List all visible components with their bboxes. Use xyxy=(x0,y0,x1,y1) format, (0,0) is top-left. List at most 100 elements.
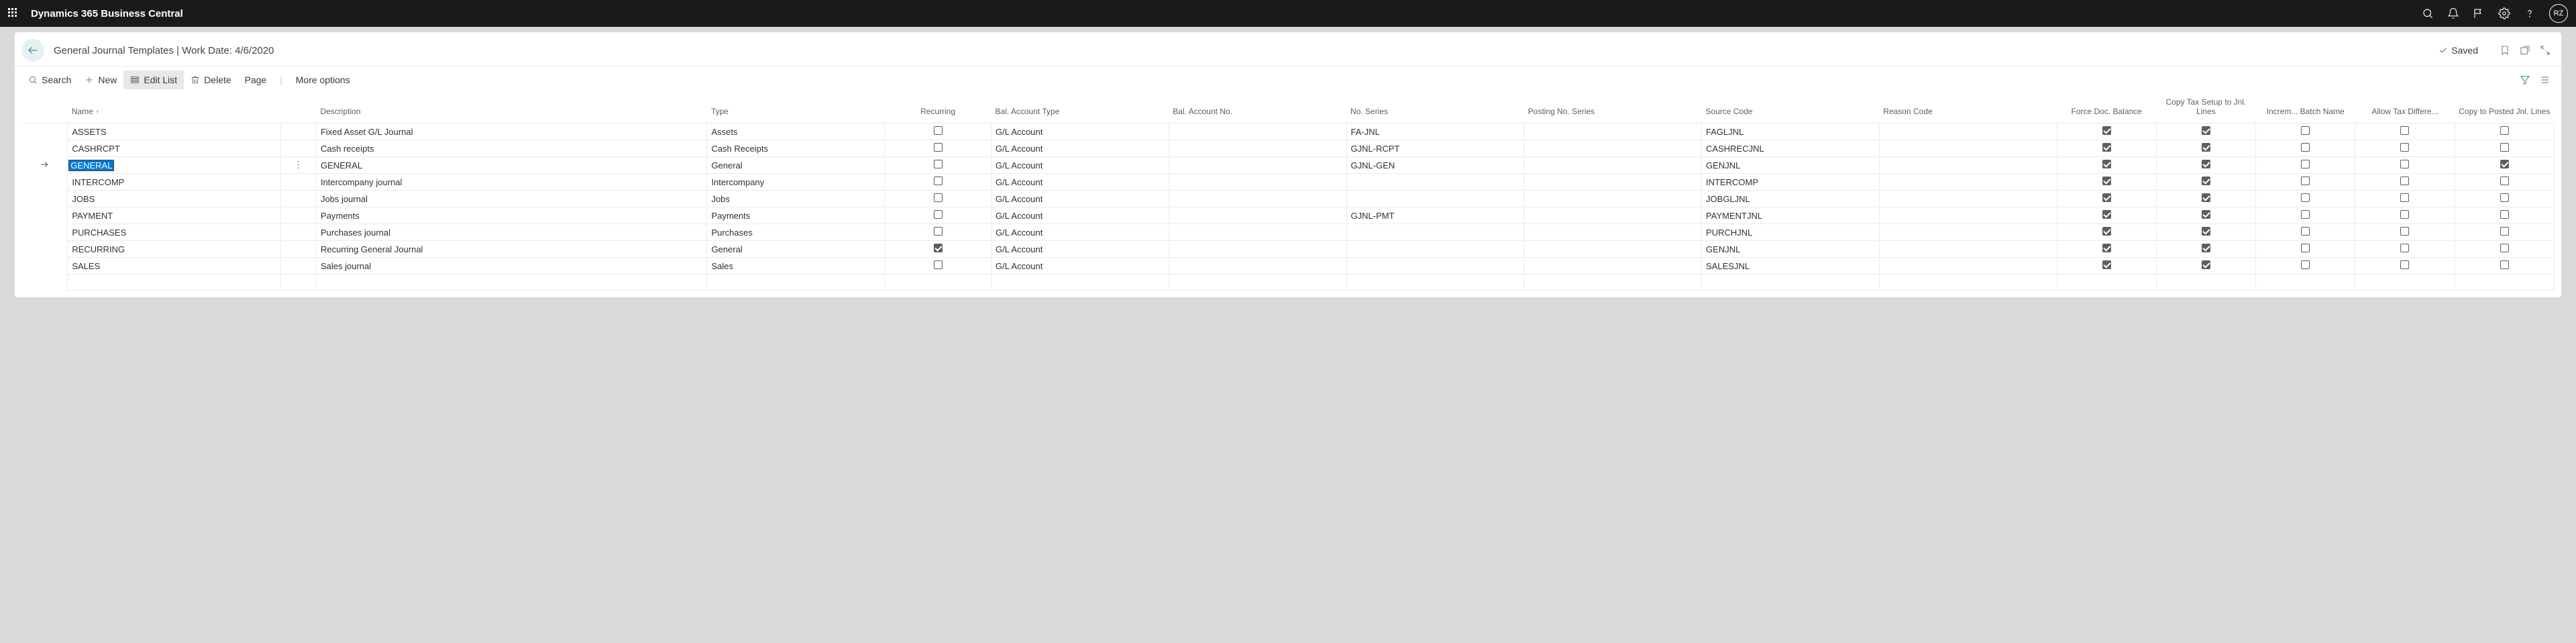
cell-increm[interactable] xyxy=(2256,157,2355,174)
checkbox[interactable] xyxy=(934,260,943,269)
checkbox[interactable] xyxy=(2102,227,2111,236)
checkbox[interactable] xyxy=(2500,143,2509,152)
cell-type[interactable]: Jobs xyxy=(707,191,885,207)
col-recurring[interactable]: Recurring xyxy=(885,93,991,123)
table-row[interactable]: PURCHASESPurchases journalPurchasesG/L A… xyxy=(21,224,2555,241)
app-launcher-icon[interactable] xyxy=(8,8,19,19)
cell-copy-tax[interactable] xyxy=(2156,140,2255,157)
toolbar-new[interactable]: New xyxy=(78,70,123,89)
cell-copy-to[interactable] xyxy=(2455,207,2554,224)
collapse-icon[interactable] xyxy=(2540,45,2551,56)
cell-name[interactable]: RECURRING xyxy=(68,241,281,258)
col-source-code[interactable]: Source Code xyxy=(1702,93,1880,123)
more-icon[interactable]: ⋮ xyxy=(294,160,303,170)
cell-reason-code[interactable] xyxy=(1879,258,2057,275)
cell-type[interactable]: Intercompany xyxy=(707,174,885,191)
checkbox[interactable] xyxy=(2400,210,2409,219)
cell-recurring[interactable] xyxy=(885,241,991,258)
cell-source-code[interactable]: FAGLJNL xyxy=(1702,123,1880,140)
search-icon[interactable] xyxy=(2422,7,2434,19)
cell-type[interactable]: General xyxy=(707,157,885,174)
table-row[interactable]: RECURRINGRecurring General JournalGenera… xyxy=(21,241,2555,258)
cell-allow-tax[interactable] xyxy=(2355,174,2455,191)
cell-reason-code[interactable] xyxy=(1879,191,2057,207)
cell-bal-no[interactable] xyxy=(1169,258,1346,275)
cell-description[interactable]: Intercompany journal xyxy=(316,174,706,191)
cell-increm[interactable] xyxy=(2256,191,2355,207)
cell-type[interactable]: Sales xyxy=(707,258,885,275)
cell-posting-no[interactable] xyxy=(1524,258,1702,275)
checkbox[interactable] xyxy=(2301,143,2310,152)
cell-bal-type[interactable]: G/L Account xyxy=(991,174,1169,191)
cell-no-series[interactable] xyxy=(1346,241,1524,258)
cell-recurring[interactable] xyxy=(885,224,991,241)
table-row[interactable]: PAYMENTPaymentsPaymentsG/L AccountGJNL-P… xyxy=(21,207,2555,224)
cell-copy-tax[interactable] xyxy=(2156,224,2255,241)
row-actions[interactable] xyxy=(281,241,317,258)
flag-icon[interactable] xyxy=(2473,7,2485,19)
cell-name[interactable]: SALES xyxy=(68,258,281,275)
cell-source-code[interactable]: PURCHJNL xyxy=(1702,224,1880,241)
cell-no-series[interactable]: GJNL-PMT xyxy=(1346,207,1524,224)
checkbox[interactable] xyxy=(2202,126,2210,135)
cell-increm[interactable] xyxy=(2256,123,2355,140)
bookmark-icon[interactable] xyxy=(2500,45,2510,56)
cell-copy-to[interactable] xyxy=(2455,191,2554,207)
cell-reason-code[interactable] xyxy=(1879,174,2057,191)
col-reason-code[interactable]: Reason Code xyxy=(1879,93,2057,123)
checkbox[interactable] xyxy=(934,227,943,236)
checkbox[interactable] xyxy=(2400,244,2409,252)
checkbox[interactable] xyxy=(2102,210,2111,219)
checkbox[interactable] xyxy=(2400,193,2409,202)
cell-no-series[interactable]: GJNL-GEN xyxy=(1346,157,1524,174)
table-row[interactable]: CASHRCPTCash receiptsCash ReceiptsG/L Ac… xyxy=(21,140,2555,157)
cell-recurring[interactable] xyxy=(885,258,991,275)
cell-reason-code[interactable] xyxy=(1879,157,2057,174)
cell-copy-tax[interactable] xyxy=(2156,258,2255,275)
cell-name[interactable]: GENERAL xyxy=(68,157,281,174)
cell-copy-tax[interactable] xyxy=(2156,191,2255,207)
cell-force-doc[interactable] xyxy=(2057,140,2156,157)
cell-description[interactable]: GENERAL xyxy=(316,157,706,174)
cell-reason-code[interactable] xyxy=(1879,140,2057,157)
table-row[interactable]: JOBSJobs journalJobsG/L AccountJOBGLJNL xyxy=(21,191,2555,207)
cell-posting-no[interactable] xyxy=(1524,123,1702,140)
col-increm[interactable]: Increm... Batch Name xyxy=(2256,93,2355,123)
cell-no-series[interactable]: GJNL-RCPT xyxy=(1346,140,1524,157)
checkbox[interactable] xyxy=(2202,160,2210,168)
cell-bal-type[interactable]: G/L Account xyxy=(991,157,1169,174)
checkbox[interactable] xyxy=(2301,126,2310,135)
cell-allow-tax[interactable] xyxy=(2355,140,2455,157)
checkbox[interactable] xyxy=(2102,260,2111,269)
cell-description[interactable]: Payments xyxy=(316,207,706,224)
table-row[interactable]: GENERAL⋮GENERALGeneralG/L AccountGJNL-GE… xyxy=(21,157,2555,174)
cell-bal-no[interactable] xyxy=(1169,140,1346,157)
checkbox[interactable] xyxy=(934,160,943,168)
cell-bal-type[interactable]: G/L Account xyxy=(991,140,1169,157)
cell-type[interactable]: Cash Receipts xyxy=(707,140,885,157)
cell-reason-code[interactable] xyxy=(1879,207,2057,224)
cell-bal-type[interactable]: G/L Account xyxy=(991,224,1169,241)
cell-copy-to[interactable] xyxy=(2455,258,2554,275)
cell-allow-tax[interactable] xyxy=(2355,157,2455,174)
checkbox[interactable] xyxy=(2400,177,2409,185)
row-actions[interactable] xyxy=(281,174,317,191)
cell-posting-no[interactable] xyxy=(1524,224,1702,241)
checkbox[interactable] xyxy=(2500,193,2509,202)
empty-row[interactable] xyxy=(21,275,2555,291)
checkbox[interactable] xyxy=(2500,227,2509,236)
cell-name[interactable]: CASHRCPT xyxy=(68,140,281,157)
cell-reason-code[interactable] xyxy=(1879,123,2057,140)
checkbox[interactable] xyxy=(2202,244,2210,252)
cell-force-doc[interactable] xyxy=(2057,174,2156,191)
avatar[interactable]: RZ xyxy=(2549,4,2568,23)
cell-allow-tax[interactable] xyxy=(2355,241,2455,258)
checkbox[interactable] xyxy=(2102,126,2111,135)
cell-copy-to[interactable] xyxy=(2455,123,2554,140)
cell-increm[interactable] xyxy=(2256,174,2355,191)
table-row[interactable]: SALESSales journalSalesG/L AccountSALESJ… xyxy=(21,258,2555,275)
cell-reason-code[interactable] xyxy=(1879,224,2057,241)
cell-posting-no[interactable] xyxy=(1524,140,1702,157)
cell-bal-no[interactable] xyxy=(1169,191,1346,207)
checkbox[interactable] xyxy=(2202,260,2210,269)
